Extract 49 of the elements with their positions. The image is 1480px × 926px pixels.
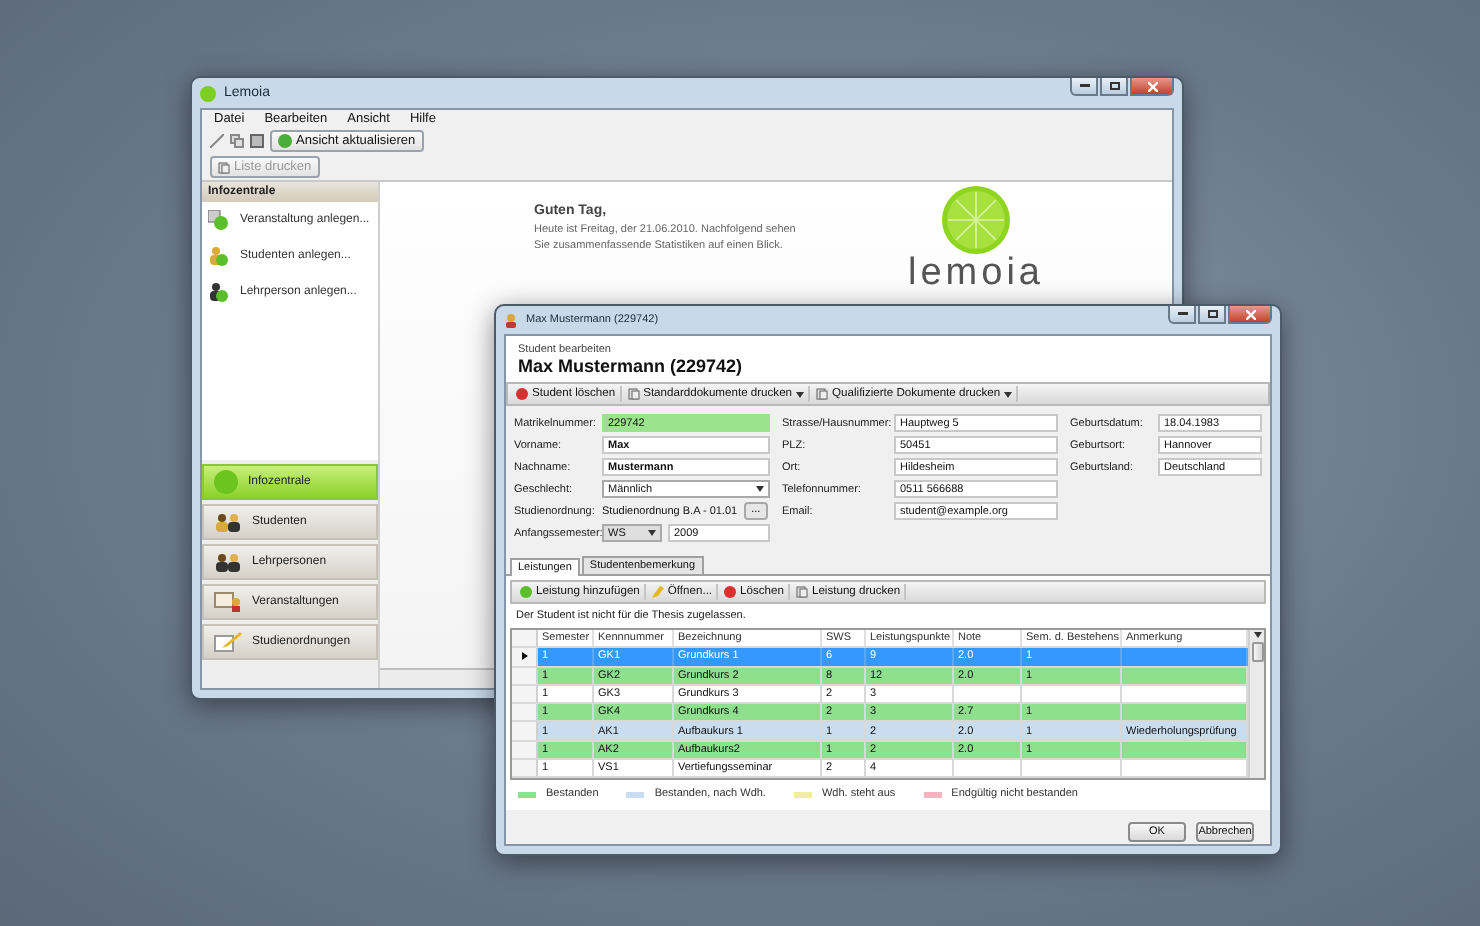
document-icon [218,161,230,173]
maximize-icon [1109,82,1119,90]
current-row-icon [521,652,527,661]
document-icon [795,586,808,598]
document-icon [627,388,640,400]
row-header [512,704,538,721]
calendar-add-icon [208,210,228,230]
minimize-button[interactable] [1070,78,1098,96]
refresh-icon [278,134,292,148]
maximize-button[interactable] [1100,78,1128,96]
app-icon [200,85,216,101]
board-icon [214,592,242,612]
add-icon [520,586,532,598]
caret-icon [1253,632,1261,638]
copy-icon [230,134,244,148]
lime-slice-icon [942,186,1010,254]
caret-icon [796,391,805,397]
pencil-paper-icon [214,632,242,652]
minimize-button[interactable] [1168,306,1196,324]
caret-icon [1004,391,1013,397]
logo-text: lemoia [908,254,1044,292]
close-icon [1147,81,1157,91]
minimize-icon [1079,84,1089,88]
row-header [512,760,538,777]
scrollbar[interactable] [1248,630,1264,779]
document-icon [816,388,829,400]
minimize-icon [1177,312,1187,316]
circle-icon [214,470,238,494]
close-button[interactable] [1228,306,1272,324]
scrollbar-thumb[interactable] [1251,642,1263,662]
person-add-icon [208,246,228,266]
people-icon [214,552,242,572]
brush-icon [210,134,224,148]
maximize-button[interactable] [1198,306,1226,324]
table-cell [1122,648,1248,666]
student-icon [504,313,518,327]
people-icon [214,512,242,532]
close-button[interactable] [1130,78,1174,96]
caret-icon [756,486,764,492]
dialog-heading: Max Mustermann (229742) [518,356,745,376]
maximize-icon [1207,310,1217,318]
caret-icon [648,530,656,536]
grid-icon [250,134,264,148]
pencil-icon [651,586,664,598]
row-header [512,722,538,740]
close-icon [1245,309,1255,319]
delete-icon [516,388,528,400]
person-add-icon [208,282,228,302]
delete-icon [724,586,737,598]
